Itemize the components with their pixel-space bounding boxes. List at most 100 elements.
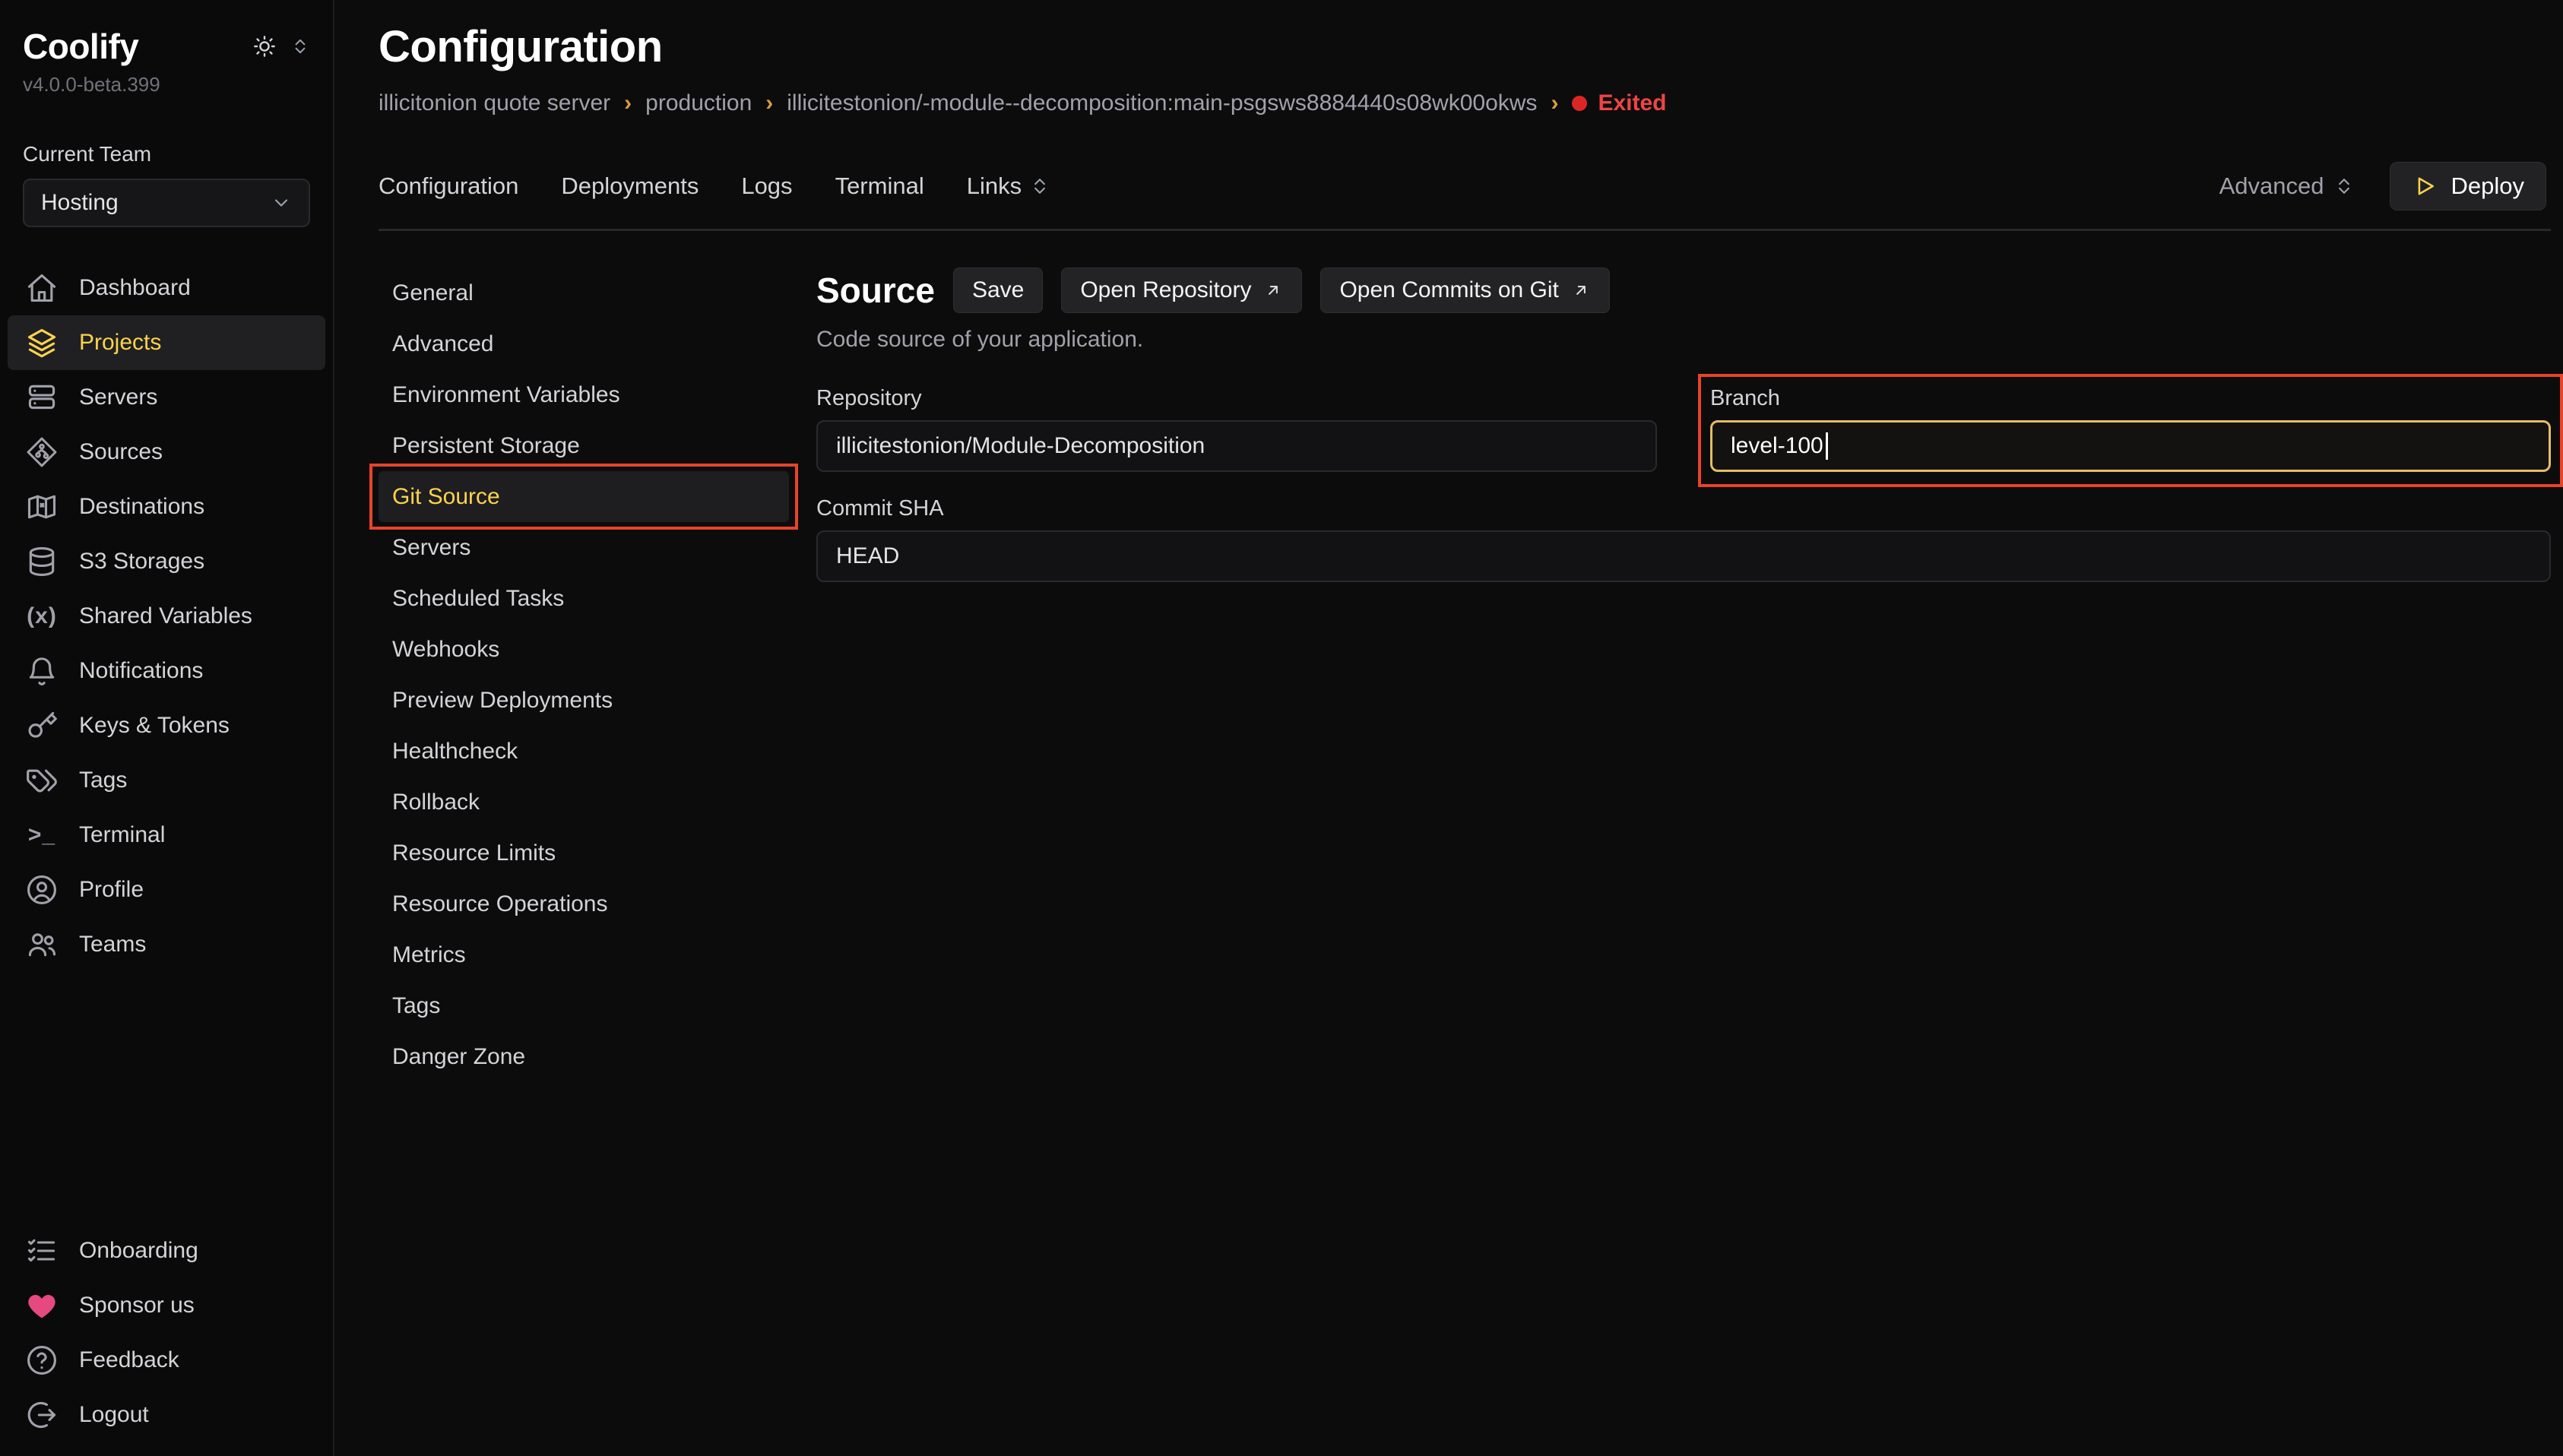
config-menu-rollback[interactable]: Rollback [379,777,789,828]
app-logo[interactable]: Coolify [23,26,138,67]
tags-icon [24,763,59,798]
users-icon [24,927,59,962]
text-caret [1826,432,1828,460]
sidebar-item-label: Sources [79,439,163,465]
sidebar-item-projects[interactable]: Projects [8,315,325,370]
tabs-divider [379,229,2551,231]
sidebar-item-notifications[interactable]: Notifications [8,644,325,698]
config-menu-healthcheck[interactable]: Healthcheck [379,726,789,777]
terminal-icon: >_ [24,818,59,853]
sidebar-item-label: S3 Storages [79,549,204,574]
checklist-icon [24,1233,59,1268]
app-root: Coolify v4.0.0-beta.399 Current Team Hos… [0,0,2563,1456]
user-circle-icon [24,872,59,907]
sidebar-item-label: Tags [79,768,127,793]
config-menu-advanced[interactable]: Advanced [379,318,789,369]
commit-sha-value: HEAD [836,543,899,569]
commit-sha-label: Commit SHA [816,496,2551,521]
sun-icon[interactable] [252,34,277,59]
open-repository-label: Open Repository [1080,277,1251,303]
sidebar-item-dashboard[interactable]: Dashboard [8,261,325,315]
chevrons-up-down-icon [2333,176,2355,197]
sidebar-item-destinations[interactable]: Destinations [8,480,325,534]
config-menu-danger-zone[interactable]: Danger Zone [379,1031,789,1082]
sidebar-item-profile[interactable]: Profile [8,863,325,917]
config-menu-general[interactable]: General [379,267,789,318]
config-menu-git-source[interactable]: Git Source [379,471,789,522]
repository-input[interactable]: illicitestonion/Module-Decomposition [816,420,1657,472]
sidebar-item-label: Dashboard [79,275,191,301]
config-menu-servers[interactable]: Servers [379,522,789,573]
config-menu-webhooks[interactable]: Webhooks [379,624,789,675]
open-commits-button[interactable]: Open Commits on Git [1320,267,1609,313]
branch-label: Branch [1710,386,2551,411]
sidebar-item-label: Keys & Tokens [79,713,230,739]
breadcrumb-application[interactable]: illicitestonion/-module--decomposition:m… [787,90,1537,116]
sidebar-item-keys-tokens[interactable]: Keys & Tokens [8,698,325,753]
source-panel-header: Source Save Open Repository Open Commits… [816,267,2551,313]
page-title: Configuration [379,21,2551,72]
breadcrumb-environment[interactable]: production [645,90,752,116]
commit-sha-field-group: Commit SHA HEAD [816,496,2551,582]
tab-terminal[interactable]: Terminal [835,173,924,200]
sidebar-item-s3-storages[interactable]: S3 Storages [8,534,325,589]
status-badge: Exited [1572,90,1666,116]
config-menu-preview-deployments[interactable]: Preview Deployments [379,675,789,726]
team-select[interactable]: Hosting [23,179,310,227]
sidebar-item-label: Destinations [79,494,204,520]
app-version: v4.0.0-beta.399 [0,73,333,97]
sidebar-item-label: Servers [79,385,157,410]
config-menu-metrics[interactable]: Metrics [379,929,789,980]
chevron-right-icon: › [765,90,773,116]
sidebar-item-logout[interactable]: Logout [8,1388,325,1442]
home-icon [24,271,59,305]
sidebar-item-servers[interactable]: Servers [8,370,325,425]
config-menu-resource-limits[interactable]: Resource Limits [379,828,789,878]
external-link-icon [1263,280,1283,300]
config-menu-tags[interactable]: Tags [379,980,789,1031]
sidebar-item-shared-variables[interactable]: (x) Shared Variables [8,589,325,644]
commit-sha-input[interactable]: HEAD [816,530,2551,582]
sidebar-item-label: Logout [79,1402,149,1428]
chevrons-up-down-icon[interactable] [290,36,310,56]
deploy-button[interactable]: Deploy [2390,162,2547,210]
config-menu-persistent-storage[interactable]: Persistent Storage [379,420,789,471]
theme-controls [252,34,310,59]
open-repository-button[interactable]: Open Repository [1061,267,1302,313]
layers-icon [24,325,59,360]
sidebar-item-onboarding[interactable]: Onboarding [8,1223,325,1278]
team-select-value: Hosting [41,190,119,216]
status-dot-icon [1572,96,1587,111]
play-icon [2412,173,2438,199]
chevron-right-icon: › [1551,90,1558,116]
save-button[interactable]: Save [953,267,1043,313]
sidebar-item-sponsor-us[interactable]: Sponsor us [8,1278,325,1333]
repository-label: Repository [816,386,1657,411]
config-menu-scheduled-tasks[interactable]: Scheduled Tasks [379,573,789,624]
current-team-label: Current Team [0,142,333,166]
breadcrumb-project[interactable]: illicitonion quote server [379,90,610,116]
tab-deployments[interactable]: Deployments [561,173,699,200]
key-icon [24,708,59,743]
repository-field-group: Repository illicitestonion/Module-Decomp… [816,386,1657,472]
server-icon [24,380,59,415]
tab-links[interactable]: Links [967,173,1050,200]
advanced-dropdown[interactable]: Advanced [2219,173,2355,200]
sidebar-item-label: Sponsor us [79,1293,195,1318]
sidebar-item-teams[interactable]: Teams [8,917,325,972]
sidebar-item-label: Onboarding [79,1238,198,1264]
branch-input[interactable]: level-100 [1710,420,2551,472]
config-menu-environment-variables[interactable]: Environment Variables [379,369,789,420]
sidebar-item-label: Shared Variables [79,603,252,629]
help-circle-icon [24,1343,59,1378]
tab-logs[interactable]: Logs [741,173,792,200]
chevron-right-icon: › [624,90,632,116]
external-link-icon [1571,280,1591,300]
sidebar-item-tags[interactable]: Tags [8,753,325,808]
sidebar-item-terminal[interactable]: >_ Terminal [8,808,325,863]
sidebar-item-feedback[interactable]: Feedback [8,1333,325,1388]
sidebar-item-sources[interactable]: Sources [8,425,325,480]
tab-configuration[interactable]: Configuration [379,173,518,200]
config-menu-resource-operations[interactable]: Resource Operations [379,878,789,929]
source-description: Code source of your application. [816,327,2551,353]
